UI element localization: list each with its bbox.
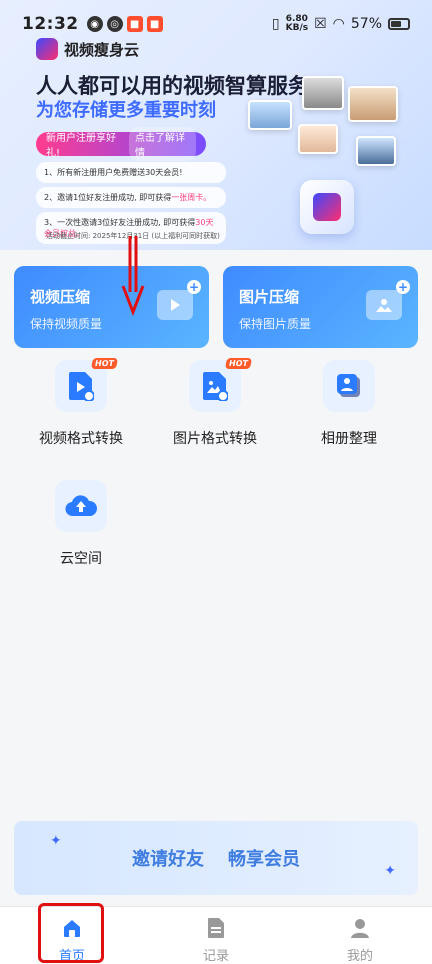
tool-image-format[interactable]: HOT 图片格式转换: [148, 358, 282, 480]
video-file-icon: HOT: [55, 358, 118, 412]
annotation-highlight-box: [38, 903, 104, 963]
notification-icon: ■: [126, 16, 143, 32]
tool-label: 云空间: [60, 551, 102, 567]
image-file-icon: HOT: [189, 358, 252, 412]
banner-subheadline: 为您存储更多重要时刻: [36, 100, 216, 121]
photo-thumbnail: [356, 136, 396, 166]
vibrate-icon: ▯: [271, 16, 280, 32]
invite-banner[interactable]: ✦ 邀请好友 畅享会员 ✦: [14, 821, 418, 895]
tool-cloud-space[interactable]: 云空间: [14, 480, 148, 600]
nav-label: 记录: [202, 949, 229, 964]
tool-label: 视频格式转换: [39, 431, 123, 447]
notification-icon: ◎: [106, 16, 123, 32]
tool-label: 图片格式转换: [173, 431, 257, 447]
notification-icon: ◉: [86, 16, 103, 32]
promo-left-text: 新用户注册享好礼!: [46, 133, 116, 159]
no-sim-icon: ☒: [314, 16, 327, 32]
photo-thumbnail: [302, 76, 344, 110]
sparkle-icon: ✦: [50, 833, 62, 849]
photo-thumbnail: [298, 124, 338, 154]
battery-icon: [388, 18, 410, 30]
nav-profile[interactable]: 我的: [288, 907, 432, 964]
photo-thumbnail: [348, 86, 398, 122]
notification-icon: ■: [146, 16, 163, 32]
invite-left-text: 邀请好友: [132, 849, 204, 870]
tool-label: 相册整理: [321, 431, 377, 447]
tool-album[interactable]: 相册整理: [282, 360, 416, 480]
sparkle-icon: ✦: [384, 863, 396, 879]
annotation-arrow: [121, 236, 145, 316]
document-icon: [208, 918, 224, 938]
feature-cards: 视频压缩 保持视频质量 图片压缩 保持图片质量: [14, 266, 418, 348]
image-compress-icon: [366, 280, 410, 320]
nav-records[interactable]: 记录: [144, 907, 288, 964]
status-time: 12:32: [22, 14, 79, 34]
status-right: ▯ 6.80 KB/s ☒ ◠ 57%: [272, 15, 410, 33]
tool-grid: HOT 视频格式转换 HOT 图片格式转换 相册整理 云空间: [14, 358, 418, 600]
nav-label: 我的: [346, 949, 373, 964]
promo-detail-link[interactable]: 点击了解详情: [129, 127, 196, 161]
video-compress-card[interactable]: 视频压缩 保持视频质量: [14, 266, 209, 348]
promo-pill[interactable]: 新用户注册享好礼! 点击了解详情: [36, 127, 206, 161]
rule-item: 2、邀请1位好友注册成功, 即可获得一张周卡。: [36, 187, 226, 208]
hot-badge: HOT: [225, 358, 252, 369]
hot-badge: HOT: [91, 358, 118, 369]
network-speed: 6.80 KB/s: [285, 14, 309, 33]
user-icon: [351, 919, 369, 938]
battery-percent: 57%: [350, 16, 382, 32]
album-icon: [323, 360, 375, 412]
invite-right-text: 畅享会员: [228, 849, 300, 870]
image-compress-card[interactable]: 图片压缩 保持图片质量: [223, 266, 418, 348]
photo-thumbnail: [248, 100, 292, 130]
tool-video-format[interactable]: HOT 视频格式转换: [14, 358, 148, 480]
app-logo-3d: [300, 180, 354, 234]
wifi-icon: ◠: [332, 16, 345, 32]
status-bar: 12:32 ◉ ◎ ■ ■ ▯ 6.80 KB/s ☒ ◠ 57%: [0, 0, 432, 48]
video-compress-icon: [157, 280, 201, 320]
rule-item: 1、所有新注册用户免费赠送30天会员!: [36, 162, 226, 183]
cloud-upload-icon: [55, 480, 107, 532]
notification-icons: ◉ ◎ ■ ■: [86, 16, 163, 32]
